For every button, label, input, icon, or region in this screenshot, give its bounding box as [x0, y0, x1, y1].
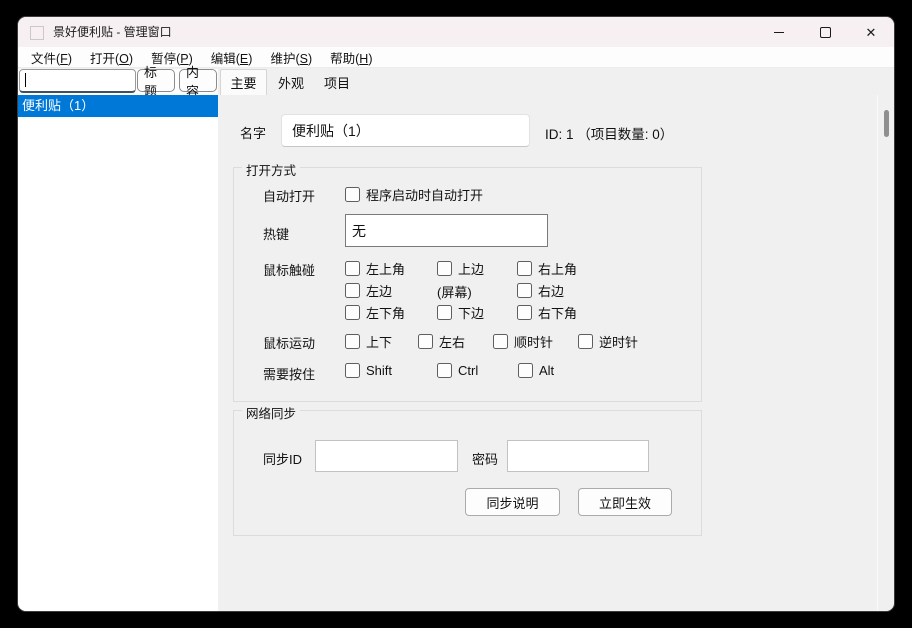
checkbox-icon: [517, 283, 532, 298]
touch-top-right-checkbox[interactable]: 右上角: [517, 259, 577, 278]
screen-center-label: (屏幕): [437, 282, 472, 301]
scrollbar-thumb[interactable]: [884, 110, 889, 137]
name-input[interactable]: [281, 114, 530, 147]
touch-top-checkbox[interactable]: 上边: [437, 259, 484, 278]
mouse-motion-label: 鼠标运动: [263, 333, 315, 352]
password-label: 密码: [472, 449, 498, 468]
name-label: 名字: [240, 123, 266, 142]
checkbox-icon: [345, 261, 360, 276]
motion-horizontal-checkbox[interactable]: 左右: [418, 332, 465, 351]
checkbox-icon: [345, 305, 360, 320]
tab-appearance[interactable]: 外观: [269, 70, 313, 95]
menu-open[interactable]: 打开(O): [81, 48, 142, 67]
search-title-button[interactable]: 标题: [137, 69, 175, 92]
hotkey-label: 热键: [263, 224, 289, 243]
search-content-button[interactable]: 内容: [179, 69, 217, 92]
password-input[interactable]: [507, 440, 649, 472]
touch-top-left-checkbox[interactable]: 左上角: [345, 259, 405, 278]
tab-items[interactable]: 项目: [315, 70, 359, 95]
minimize-icon: [774, 32, 784, 33]
screen: 景好便利贴 - 管理窗口 ✕ 文件(F) 打开(O) 暂停(P) 编辑(E) 维…: [0, 0, 912, 628]
sync-help-button[interactable]: 同步说明: [465, 488, 560, 516]
auto-open-label: 自动打开: [263, 186, 315, 205]
search-input[interactable]: [19, 69, 136, 93]
hold-alt-checkbox[interactable]: Alt: [518, 363, 554, 378]
window-title: 景好便利贴 - 管理窗口: [53, 17, 172, 47]
app-window: 景好便利贴 - 管理窗口 ✕ 文件(F) 打开(O) 暂停(P) 编辑(E) 维…: [18, 17, 894, 611]
checkbox-icon: [437, 363, 452, 378]
maximize-button[interactable]: [802, 17, 848, 47]
checkbox-icon: [517, 305, 532, 320]
open-mode-group-title: 打开方式: [242, 160, 300, 179]
menu-edit[interactable]: 编辑(E): [202, 48, 262, 67]
touch-left-checkbox[interactable]: 左边: [345, 281, 392, 300]
scrollbar-track[interactable]: [877, 95, 878, 611]
hold-ctrl-checkbox[interactable]: Ctrl: [437, 363, 478, 378]
tab-main[interactable]: 主要: [220, 69, 267, 95]
window-controls: ✕: [756, 17, 894, 47]
touch-bottom-right-checkbox[interactable]: 右下角: [517, 303, 577, 322]
close-icon: ✕: [866, 26, 877, 39]
menu-maintain[interactable]: 维护(S): [261, 48, 321, 67]
checkbox-icon: [437, 305, 452, 320]
toolbar: 标题 内容 主要 外观 项目: [18, 69, 894, 95]
network-sync-group: 网络同步: [233, 410, 702, 536]
checkbox-icon: [418, 334, 433, 349]
titlebar[interactable]: 景好便利贴 - 管理窗口 ✕: [18, 17, 894, 47]
mouse-touch-label: 鼠标触碰: [263, 260, 315, 279]
touch-bottom-left-checkbox[interactable]: 左下角: [345, 303, 405, 322]
menu-file[interactable]: 文件(F): [22, 48, 81, 67]
text-caret: [25, 73, 26, 87]
checkbox-icon: [578, 334, 593, 349]
sync-id-input[interactable]: [315, 440, 458, 472]
motion-counterclockwise-checkbox[interactable]: 逆时针: [578, 332, 638, 351]
checkbox-icon: [517, 261, 532, 276]
close-button[interactable]: ✕: [848, 17, 894, 47]
menu-help[interactable]: 帮助(H): [321, 48, 381, 67]
touch-right-checkbox[interactable]: 右边: [517, 281, 564, 300]
id-readout: ID: 1 （项目数量: 0）: [545, 123, 673, 143]
motion-clockwise-checkbox[interactable]: 顺时针: [493, 332, 553, 351]
auto-open-checkbox[interactable]: 程序启动时自动打开: [345, 185, 483, 204]
checkbox-icon: [437, 261, 452, 276]
network-sync-group-title: 网络同步: [242, 403, 300, 422]
motion-vertical-checkbox[interactable]: 上下: [345, 332, 392, 351]
checkbox-icon: [345, 334, 360, 349]
sync-id-label: 同步ID: [263, 449, 302, 468]
checkbox-icon: [345, 187, 360, 202]
checkbox-icon: [345, 283, 360, 298]
checkbox-icon: [493, 334, 508, 349]
hotkey-input[interactable]: [345, 214, 548, 247]
apply-now-button[interactable]: 立即生效: [578, 488, 672, 516]
checkbox-icon: [345, 363, 360, 378]
toolbar-left: 标题 内容: [18, 69, 218, 95]
maximize-icon: [820, 27, 831, 38]
touch-bottom-checkbox[interactable]: 下边: [437, 303, 484, 322]
minimize-button[interactable]: [756, 17, 802, 47]
app-icon: [30, 26, 44, 40]
checkbox-icon: [518, 363, 533, 378]
note-list: 便利贴（1）: [18, 95, 219, 611]
hold-shift-checkbox[interactable]: Shift: [345, 363, 392, 378]
list-item-note[interactable]: 便利贴（1）: [18, 95, 218, 117]
hold-key-label: 需要按住: [263, 364, 315, 383]
